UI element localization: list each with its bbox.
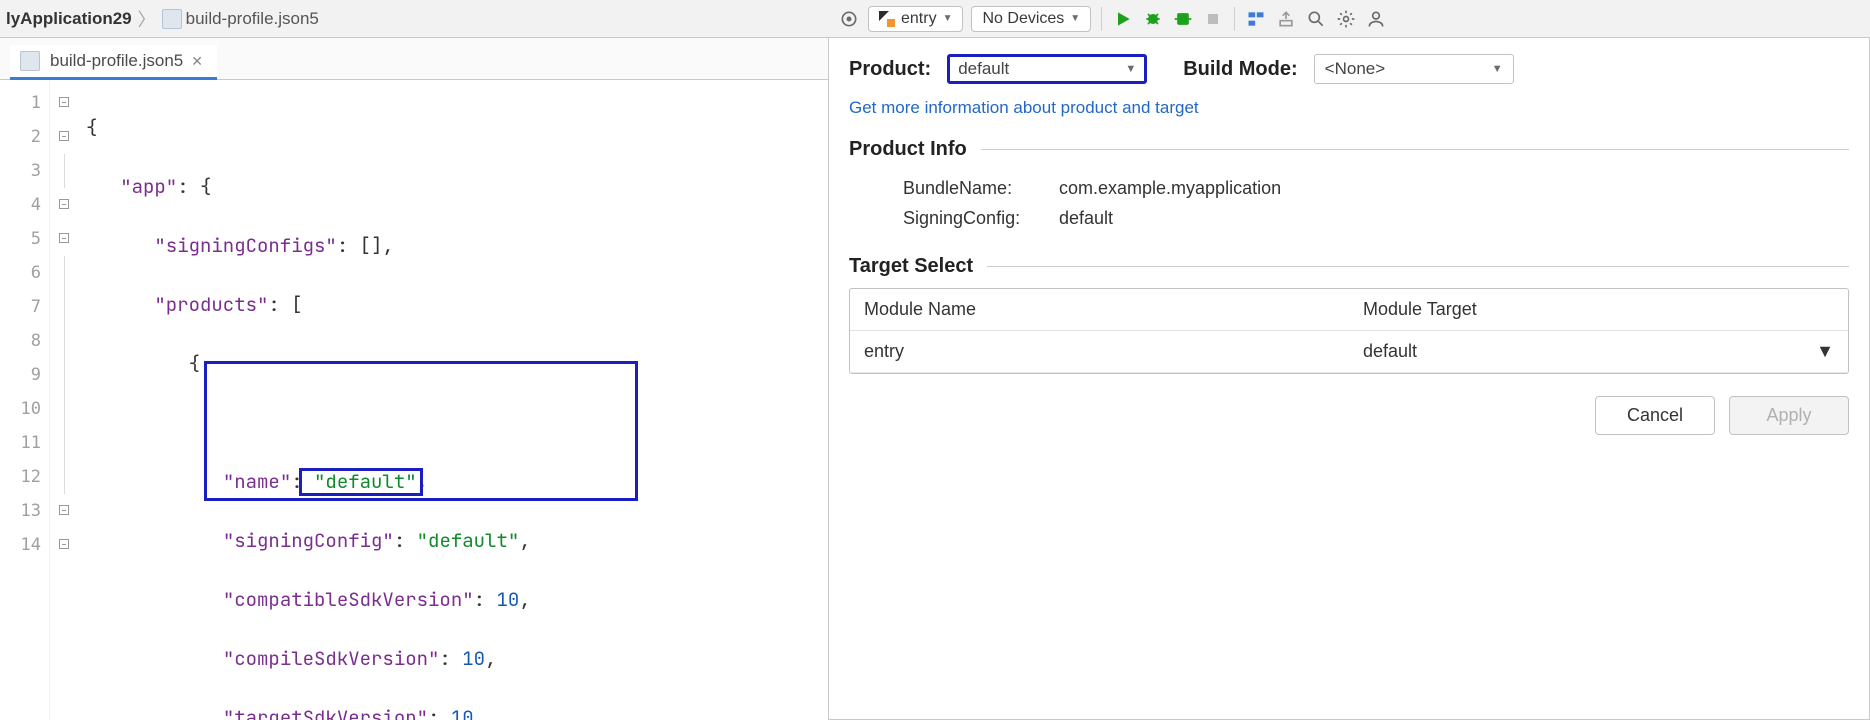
line-number: 7	[0, 290, 41, 324]
chevron-down-icon: ▼	[1125, 63, 1136, 75]
fold-toggle-icon[interactable]	[59, 131, 69, 141]
product-select-value: default	[958, 59, 1009, 79]
json-file-icon	[162, 9, 182, 29]
bundle-name-value: com.example.myapplication	[1059, 178, 1281, 199]
search-icon[interactable]	[1305, 8, 1327, 30]
tab-title: build-profile.json5	[50, 51, 183, 71]
close-icon[interactable]: ✕	[189, 53, 205, 70]
stop-icon	[1202, 8, 1224, 30]
chevron-down-icon: ▼	[943, 13, 953, 24]
breadcrumb-project[interactable]: lyApplication29	[6, 9, 132, 29]
device-selector-label: No Devices	[982, 10, 1064, 28]
line-number: 4	[0, 188, 41, 222]
line-number: 5	[0, 222, 41, 256]
table-row: entry default ▼	[850, 331, 1848, 373]
breadcrumb-file-label: build-profile.json5	[186, 9, 319, 29]
chevron-down-icon: ▼	[1492, 63, 1503, 75]
breadcrumb: lyApplication29 〉 build-profile.json5	[0, 0, 828, 38]
help-link-label: Get more information about product and t…	[849, 98, 1199, 117]
col-module-name: Module Name	[850, 289, 1349, 331]
target-select-heading: Target Select	[849, 255, 1849, 278]
build-mode-select-value: <None>	[1325, 59, 1386, 79]
highlight-box	[204, 361, 638, 501]
editor-tabs: build-profile.json5 ✕	[0, 38, 828, 80]
product-label: Product:	[849, 58, 931, 81]
right-pane: entry ▼ No Devices ▼	[828, 0, 1870, 720]
chevron-right-icon: 〉	[132, 6, 162, 32]
target-table: Module Name Module Target entry default …	[849, 288, 1849, 374]
module-target-value: default	[1363, 341, 1417, 362]
button-bar: Cancel Apply	[849, 396, 1849, 435]
apply-button-label: Apply	[1766, 405, 1811, 425]
user-icon[interactable]	[1365, 8, 1387, 30]
fold-toggle-icon[interactable]	[59, 199, 69, 209]
project-structure-icon[interactable]	[1245, 8, 1267, 30]
line-number: 9	[0, 358, 41, 392]
fold-gutter	[50, 80, 78, 720]
json-file-icon	[20, 51, 40, 71]
tab-build-profile[interactable]: build-profile.json5 ✕	[10, 45, 217, 79]
profile-icon[interactable]	[1172, 8, 1194, 30]
module-selector-label: entry	[901, 10, 937, 28]
main-toolbar: entry ▼ No Devices ▼	[828, 0, 1870, 38]
apply-button[interactable]: Apply	[1729, 396, 1849, 435]
product-info: BundleName: com.example.myapplication Si…	[903, 173, 1849, 233]
debug-icon[interactable]	[1142, 8, 1164, 30]
fold-toggle-icon[interactable]	[59, 233, 69, 243]
col-module-target: Module Target	[1349, 289, 1848, 331]
chevron-down-icon: ▼	[1070, 13, 1080, 24]
line-number: 1	[0, 86, 41, 120]
line-number: 6	[0, 256, 41, 290]
help-link[interactable]: Get more information about product and t…	[849, 98, 1849, 118]
code-text[interactable]: { "app": { "signingConfigs": [], "produc…	[78, 80, 828, 720]
line-number: 8	[0, 324, 41, 358]
module-icon	[879, 11, 895, 27]
run-icon[interactable]	[1112, 8, 1134, 30]
breadcrumb-project-label: lyApplication29	[6, 9, 132, 29]
gear-icon[interactable]	[1335, 8, 1357, 30]
product-select[interactable]: default ▼	[947, 54, 1147, 84]
cancel-button-label: Cancel	[1627, 405, 1683, 425]
breadcrumb-file[interactable]: build-profile.json5	[162, 9, 319, 29]
line-number: 14	[0, 528, 41, 562]
device-selector[interactable]: No Devices ▼	[971, 6, 1091, 32]
update-icon[interactable]	[1275, 8, 1297, 30]
signing-config-value: default	[1059, 208, 1113, 229]
module-target-select[interactable]: default ▼	[1349, 331, 1848, 373]
line-number: 11	[0, 426, 41, 460]
line-number: 12	[0, 460, 41, 494]
product-info-heading: Product Info	[849, 138, 1849, 161]
line-number-gutter: 1 2 3 4 5 6 7 8 9 10 11 12 13 14	[0, 80, 50, 720]
chevron-down-icon: ▼	[1816, 341, 1834, 362]
line-number: 13	[0, 494, 41, 528]
fold-toggle-icon[interactable]	[59, 539, 69, 549]
fold-toggle-icon[interactable]	[59, 505, 69, 515]
editor-pane: lyApplication29 〉 build-profile.json5 bu…	[0, 0, 828, 720]
line-number: 2	[0, 120, 41, 154]
build-mode-select[interactable]: <None> ▼	[1314, 54, 1514, 84]
separator	[1101, 7, 1102, 31]
build-mode-label: Build Mode:	[1183, 58, 1297, 81]
code-editor[interactable]: 1 2 3 4 5 6 7 8 9 10 11 12 13 14	[0, 80, 828, 720]
cancel-button[interactable]: Cancel	[1595, 396, 1715, 435]
signing-config-label: SigningConfig:	[903, 208, 1043, 229]
line-number: 3	[0, 154, 41, 188]
module-name-cell: entry	[850, 331, 1349, 373]
line-number: 10	[0, 392, 41, 426]
fold-toggle-icon[interactable]	[59, 97, 69, 107]
separator	[1234, 7, 1235, 31]
sync-icon[interactable]	[838, 8, 860, 30]
module-selector[interactable]: entry ▼	[868, 6, 963, 32]
bundle-name-label: BundleName:	[903, 178, 1043, 199]
run-config-panel: Product: default ▼ Build Mode: <None> ▼ …	[828, 37, 1870, 720]
